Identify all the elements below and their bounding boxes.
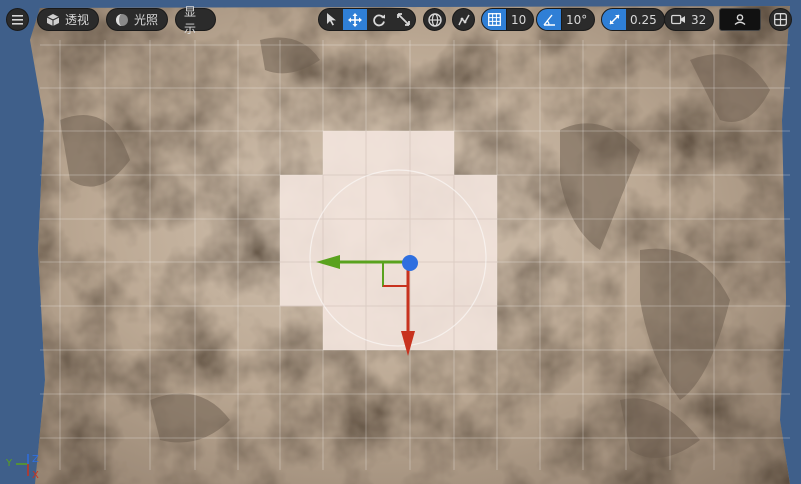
lighting-menu: 光照 xyxy=(106,8,168,31)
show-label: 显示 xyxy=(184,4,197,36)
viewport-layout-control xyxy=(769,8,792,31)
person-icon xyxy=(734,14,746,25)
lighting-sphere-icon xyxy=(115,13,129,27)
world-space-button[interactable] xyxy=(423,8,446,31)
select-icon xyxy=(326,13,337,26)
axis-y-label: Y xyxy=(6,458,13,469)
layout-grid-icon xyxy=(774,13,787,26)
scale-tool-button[interactable] xyxy=(391,9,415,30)
grid-snap-toggle[interactable] xyxy=(482,9,506,30)
surface-snap-button[interactable] xyxy=(452,8,475,31)
gizmo-x-arrowhead xyxy=(401,331,415,356)
viewport-layout-button[interactable] xyxy=(769,8,792,31)
grid-snap-value[interactable]: 10 xyxy=(507,13,533,27)
transform-tool-group xyxy=(318,8,416,31)
move-tool-button[interactable] xyxy=(343,9,367,30)
grid-snap-group: 10 xyxy=(481,8,535,31)
scale-snap-toggle[interactable] xyxy=(602,9,626,30)
rotation-snap-control: 10° xyxy=(536,8,596,31)
camera-speed-value: 32 xyxy=(691,12,707,27)
scale-snap-control: 0.25 xyxy=(601,8,665,31)
transform-tools xyxy=(318,8,416,31)
camera-icon xyxy=(671,14,686,25)
axis-z-label: Z xyxy=(32,454,39,465)
axis-x-label: X xyxy=(32,470,39,481)
scale-snap-group: 0.25 xyxy=(601,8,665,31)
lighting-button[interactable]: 光照 xyxy=(106,8,168,31)
gizmo-center-handle xyxy=(402,255,418,271)
level-viewport[interactable] xyxy=(0,0,801,484)
surface-snap-control xyxy=(452,8,475,31)
viewport-toolbar-left xyxy=(6,8,29,31)
grid-icon xyxy=(487,13,501,26)
scale-icon xyxy=(396,13,410,26)
transform-gizmo[interactable] xyxy=(310,245,425,360)
axis-indicator: Y Z X xyxy=(6,448,46,482)
rotate-icon xyxy=(372,13,386,27)
camera-speed-control: 32 xyxy=(664,8,714,31)
viewport-options xyxy=(719,8,761,31)
rotate-tool-button[interactable] xyxy=(367,9,391,30)
rotation-snap-value[interactable]: 10° xyxy=(562,13,594,27)
perspective-button[interactable]: 透视 xyxy=(37,8,99,31)
scale-snap-value[interactable]: 0.25 xyxy=(626,13,664,27)
scale-snap-icon xyxy=(608,13,621,26)
cube-icon xyxy=(46,13,60,27)
gizmo-y-arrowhead xyxy=(316,255,340,269)
surface-snap-icon xyxy=(457,13,471,27)
globe-icon xyxy=(427,12,442,27)
camera-speed-button[interactable]: 32 xyxy=(664,8,714,31)
rotation-snap-toggle[interactable] xyxy=(537,9,561,30)
pilot-actor-button[interactable] xyxy=(719,8,761,31)
perspective-label: 透视 xyxy=(65,13,90,27)
viewport-menu-button[interactable] xyxy=(6,8,29,31)
select-tool-button[interactable] xyxy=(319,9,343,30)
coordinate-space-control xyxy=(423,8,446,31)
show-button[interactable]: 显示 xyxy=(175,5,216,36)
perspective-menu: 透视 xyxy=(37,8,99,31)
lighting-label: 光照 xyxy=(134,13,159,27)
landscape-scene xyxy=(30,6,790,484)
show-menu: 显示 xyxy=(175,5,216,36)
grid-snap-control: 10 xyxy=(481,8,535,31)
hamburger-icon xyxy=(12,14,23,25)
rotation-snap-group: 10° xyxy=(536,8,596,31)
move-icon xyxy=(348,12,362,27)
angle-icon xyxy=(542,13,556,26)
